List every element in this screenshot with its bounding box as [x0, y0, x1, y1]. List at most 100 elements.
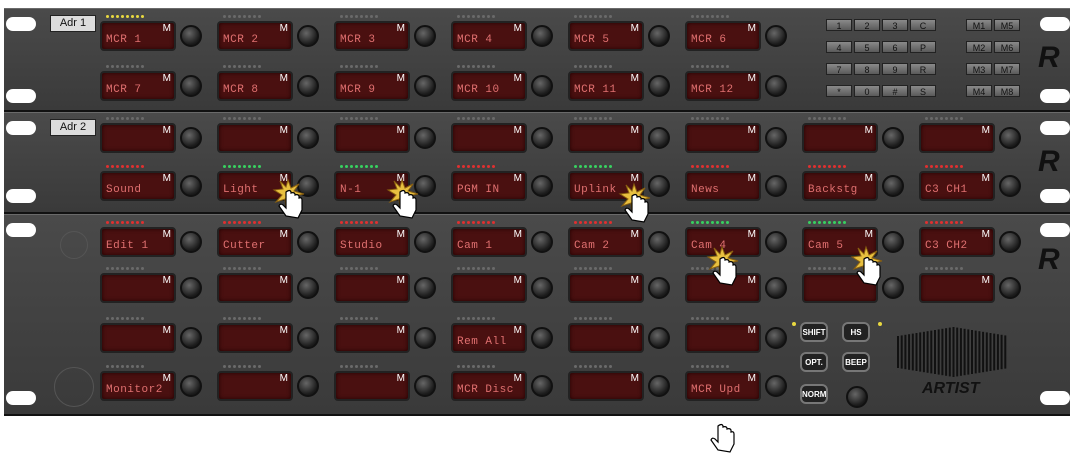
level-knob[interactable] [414, 127, 436, 149]
level-knob[interactable] [414, 25, 436, 47]
key-display[interactable]: M Cutter [217, 227, 293, 257]
level-knob[interactable] [765, 75, 787, 97]
level-knob[interactable] [999, 127, 1021, 149]
talk-key[interactable]: M [217, 317, 319, 357]
key-display[interactable]: M [919, 273, 995, 303]
talk-key[interactable]: M Studio [334, 221, 436, 261]
keypad-key[interactable]: 9 [882, 63, 908, 75]
key-display[interactable]: M Cam 1 [451, 227, 527, 257]
memory-key[interactable]: M1 [966, 19, 992, 31]
key-display[interactable]: M Sound [100, 171, 176, 201]
talk-key[interactable]: M [685, 117, 787, 157]
keypad-key[interactable]: 5 [854, 41, 880, 53]
talk-key[interactable]: M [568, 267, 670, 307]
talk-key[interactable]: M [217, 365, 319, 405]
memory-key[interactable]: M2 [966, 41, 992, 53]
level-knob[interactable] [297, 277, 319, 299]
talk-key[interactable]: M Monitor2 [100, 365, 202, 405]
shift-button[interactable]: SHIFT [800, 322, 828, 342]
talk-key[interactable]: M MCR 9 [334, 65, 436, 105]
level-knob[interactable] [297, 75, 319, 97]
talk-key[interactable]: M MCR 1 [100, 15, 202, 55]
talk-key[interactable]: M [217, 117, 319, 157]
beep-button[interactable]: BEEP [842, 352, 870, 372]
talk-key[interactable]: M Edit 1 [100, 221, 202, 261]
talk-key[interactable]: M [802, 117, 904, 157]
keypad-key[interactable]: 4 [826, 41, 852, 53]
memory-key[interactable]: M7 [994, 63, 1020, 75]
key-display[interactable]: M Edit 1 [100, 227, 176, 257]
talk-key[interactable]: M MCR 3 [334, 15, 436, 55]
key-display[interactable]: M [685, 123, 761, 153]
level-knob[interactable] [765, 175, 787, 197]
level-knob[interactable] [999, 175, 1021, 197]
talk-key[interactable]: M Cam 1 [451, 221, 553, 261]
talk-key[interactable]: M Cutter [217, 221, 319, 261]
key-display[interactable]: M [919, 123, 995, 153]
talk-key[interactable]: M [334, 365, 436, 405]
talk-key[interactable]: M [217, 267, 319, 307]
talk-key[interactable]: M [568, 317, 670, 357]
key-display[interactable]: M MCR 3 [334, 21, 410, 51]
level-knob[interactable] [414, 375, 436, 397]
talk-key[interactable]: M News [685, 165, 787, 205]
keypad-key[interactable]: S [910, 85, 936, 97]
level-knob[interactable] [414, 231, 436, 253]
talk-key[interactable]: M MCR 8 [217, 65, 319, 105]
talk-key[interactable]: M [100, 117, 202, 157]
level-knob[interactable] [531, 375, 553, 397]
key-display[interactable]: M [100, 323, 176, 353]
talk-key[interactable]: M MCR 10 [451, 65, 553, 105]
level-knob[interactable] [180, 75, 202, 97]
keypad-key[interactable]: 1 [826, 19, 852, 31]
talk-key[interactable]: M C3 CH2 [919, 221, 1021, 261]
talk-key[interactable]: M [100, 317, 202, 357]
memory-key[interactable]: M4 [966, 85, 992, 97]
level-knob[interactable] [297, 231, 319, 253]
hs-button[interactable]: HS [842, 322, 870, 342]
talk-key[interactable]: M MCR Disc [451, 365, 553, 405]
talk-key[interactable]: M MCR 12 [685, 65, 787, 105]
key-display[interactable]: M [217, 323, 293, 353]
level-knob[interactable] [531, 25, 553, 47]
key-display[interactable]: M [451, 273, 527, 303]
memory-key[interactable]: M8 [994, 85, 1020, 97]
key-display[interactable]: M MCR 5 [568, 21, 644, 51]
keypad-key[interactable]: P [910, 41, 936, 53]
key-display[interactable]: M [100, 123, 176, 153]
key-display[interactable]: M C3 CH1 [919, 171, 995, 201]
level-knob[interactable] [180, 277, 202, 299]
key-display[interactable]: M PGM IN [451, 171, 527, 201]
level-knob[interactable] [531, 175, 553, 197]
keypad-key[interactable]: C [910, 19, 936, 31]
key-display[interactable]: M [568, 371, 644, 401]
level-knob[interactable] [999, 231, 1021, 253]
level-knob[interactable] [531, 277, 553, 299]
level-knob[interactable] [297, 375, 319, 397]
key-display[interactable]: M [217, 371, 293, 401]
level-knob[interactable] [414, 327, 436, 349]
key-display[interactable]: M [568, 273, 644, 303]
level-knob[interactable] [531, 127, 553, 149]
talk-key[interactable]: M MCR Upd [685, 365, 787, 405]
talk-key[interactable]: M [919, 117, 1021, 157]
talk-key[interactable]: M MCR 2 [217, 15, 319, 55]
talk-key[interactable]: M MCR 6 [685, 15, 787, 55]
level-knob[interactable] [648, 127, 670, 149]
level-knob[interactable] [531, 231, 553, 253]
keypad-key[interactable]: 0 [854, 85, 880, 97]
key-display[interactable]: M MCR Upd [685, 371, 761, 401]
key-display[interactable]: M Rem All [451, 323, 527, 353]
level-knob[interactable] [531, 327, 553, 349]
key-display[interactable]: M MCR 9 [334, 71, 410, 101]
keypad-key[interactable]: 7 [826, 63, 852, 75]
key-display[interactable]: M Cam 2 [568, 227, 644, 257]
level-knob[interactable] [414, 75, 436, 97]
keypad-key[interactable]: * [826, 85, 852, 97]
talk-key[interactable]: M Rem All [451, 317, 553, 357]
key-display[interactable]: M MCR 2 [217, 21, 293, 51]
talk-key[interactable]: M [334, 117, 436, 157]
key-display[interactable]: M [217, 273, 293, 303]
key-display[interactable]: M [334, 371, 410, 401]
talk-key[interactable]: M [100, 267, 202, 307]
